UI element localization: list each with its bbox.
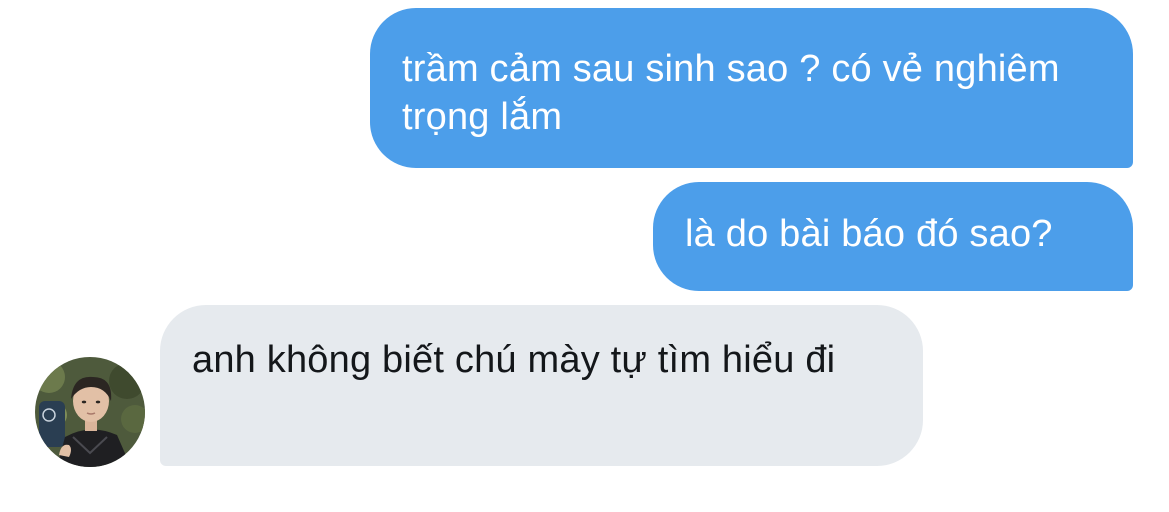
user-avatar-photo: [35, 357, 145, 467]
sent-message-bubble[interactable]: trầm cảm sau sinh sao ? có vẻ nghiêm trọ…: [370, 8, 1133, 168]
received-message-bubble[interactable]: anh không biết chú mày tự tìm hiểu đi: [160, 305, 923, 466]
sent-message-bubble[interactable]: là do bài báo đó sao?: [653, 182, 1133, 291]
user-avatar[interactable]: [35, 357, 145, 467]
